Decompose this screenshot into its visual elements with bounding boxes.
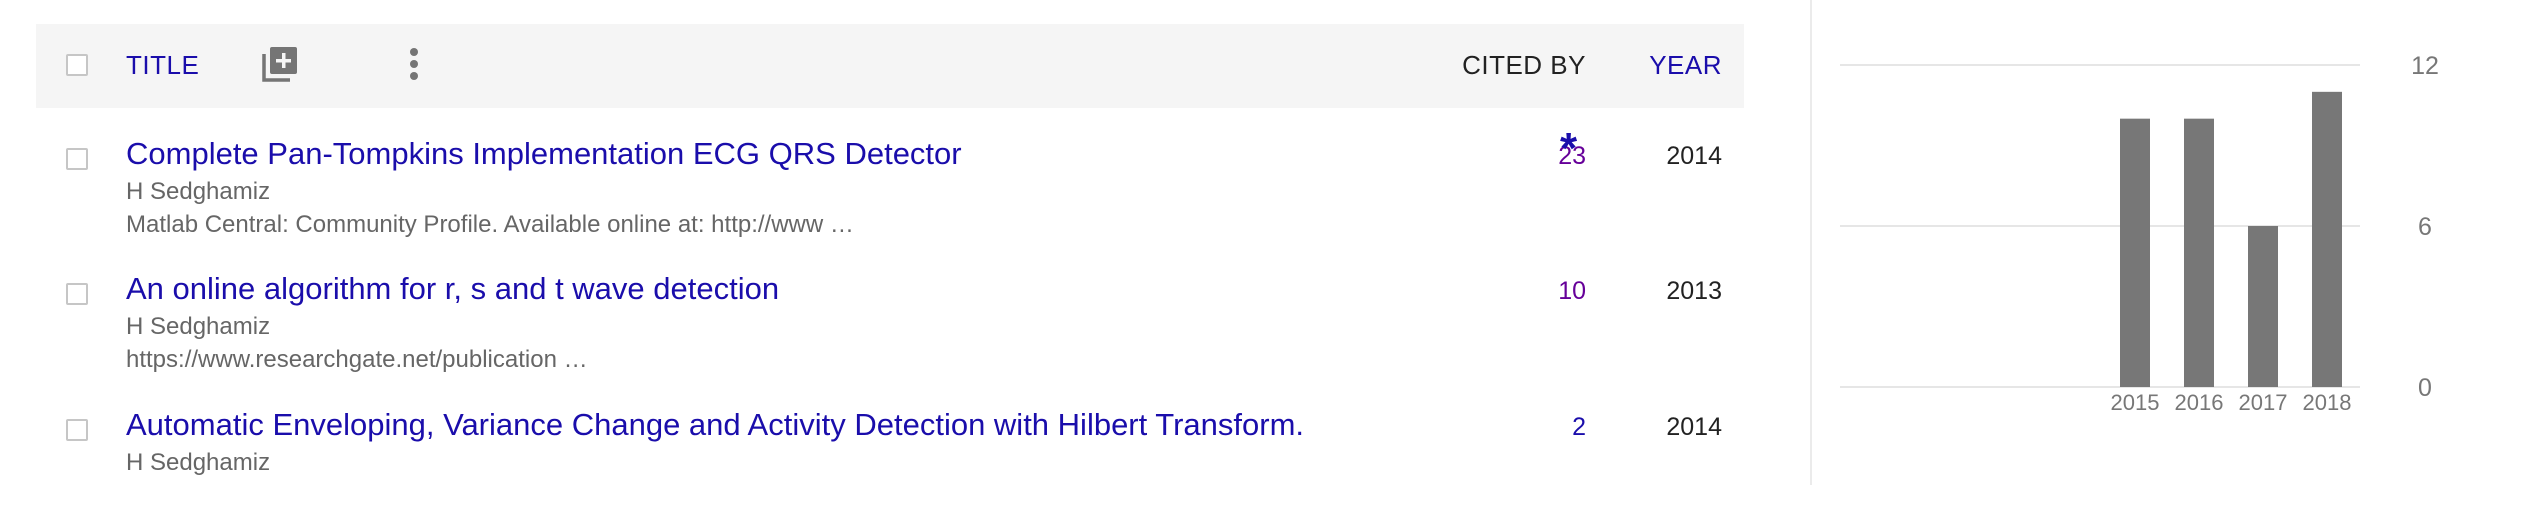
- panel-divider: [1810, 0, 1812, 485]
- sort-by-title-link[interactable]: TITLE: [126, 50, 199, 81]
- article-row: Automatic Enveloping, Variance Change an…: [36, 397, 1744, 527]
- merged-citations-star[interactable]: *: [1560, 124, 1577, 174]
- article-row: Complete Pan-Tompkins Implementation ECG…: [36, 124, 1744, 256]
- cited-by-count-link[interactable]: 10: [1436, 277, 1586, 306]
- article-authors: H Sedghamiz: [126, 313, 271, 340]
- article-checkbox[interactable]: [66, 148, 88, 170]
- chart-y-tick-label: 0: [2418, 374, 2432, 402]
- article-checkbox[interactable]: [66, 283, 88, 305]
- article-venue: Matlab Central: Community Profile. Avail…: [126, 211, 854, 238]
- chart-x-tick-label: 2018: [2303, 390, 2352, 415]
- article-title-link[interactable]: An online algorithm for r, s and t wave …: [126, 271, 779, 307]
- article-year: 2013: [1666, 277, 1722, 305]
- article-venue: https://www.researchgate.net/publication…: [126, 346, 588, 373]
- cited-by-count-link[interactable]: 2: [1436, 413, 1586, 442]
- article-authors: H Sedghamiz: [126, 449, 271, 476]
- article-title-link[interactable]: Complete Pan-Tompkins Implementation ECG…: [126, 136, 962, 172]
- article-row: An online algorithm for r, s and t wave …: [36, 261, 1744, 391]
- select-all-checkbox[interactable]: [66, 54, 88, 76]
- article-year: 2014: [1666, 413, 1722, 441]
- articles-panel: TITLE CITED BY YEAR Complete Pan-Tompkin…: [0, 0, 1810, 485]
- article-checkbox[interactable]: [66, 419, 88, 441]
- chart-x-tick-label: 2017: [2239, 390, 2288, 415]
- chart-y-tick-label: 6: [2418, 213, 2432, 241]
- add-to-library-icon[interactable]: [260, 44, 300, 84]
- cited-by-header: CITED BY: [1462, 50, 1586, 80]
- article-authors: H Sedghamiz: [126, 178, 271, 205]
- more-vert-icon[interactable]: [394, 44, 434, 84]
- chart-bar: [2120, 118, 2150, 388]
- chart-x-tick-label: 2015: [2111, 390, 2160, 415]
- chart-bar: [2312, 91, 2342, 388]
- chart-x-tick-label: 2016: [2175, 390, 2224, 415]
- article-title-link[interactable]: Automatic Enveloping, Variance Change an…: [126, 407, 1304, 443]
- citations-per-year-chart: 0 6 12 2015 2016 2017 2018: [1840, 30, 2520, 430]
- sort-by-year-link[interactable]: YEAR: [1604, 50, 1722, 81]
- citations-chart-svg: 0 6 12 2015 2016 2017 2018: [1840, 52, 2439, 415]
- chart-bar: [2248, 226, 2278, 387]
- chart-bar: [2184, 118, 2214, 388]
- articles-header: TITLE CITED BY YEAR: [36, 24, 1744, 108]
- chart-y-tick-label: 12: [2411, 52, 2439, 80]
- article-year: 2014: [1666, 142, 1722, 170]
